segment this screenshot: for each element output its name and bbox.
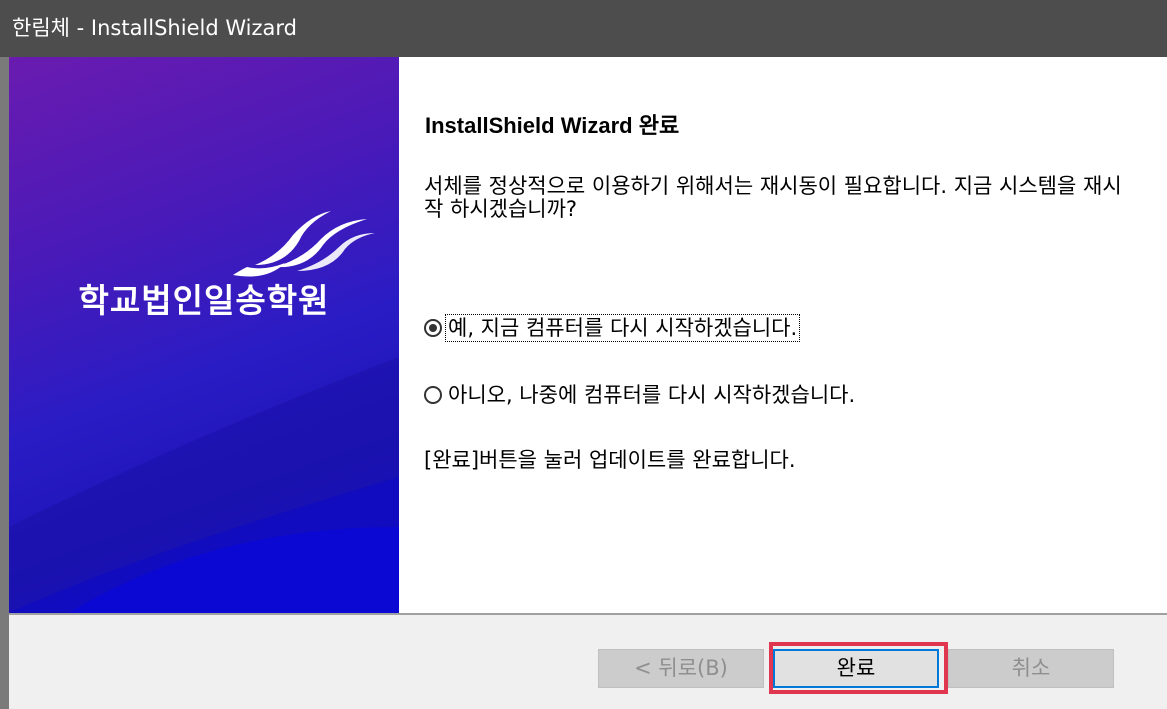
window-border (0, 57, 9, 709)
banner-background (9, 357, 399, 613)
wave-logo-icon (233, 211, 375, 277)
restart-now-label[interactable]: 예, 지금 컴퓨터를 다시 시작하겠습니다. (444, 314, 801, 342)
restart-later-option[interactable]: 아니오, 나중에 컴퓨터를 다시 시작하겠습니다. (424, 380, 857, 410)
radio-checked-icon[interactable] (424, 319, 442, 337)
finish-instruction: [완료]버튼을 눌러 업데이트를 완료합니다. (424, 448, 796, 472)
window-title: 한림체 - InstallShield Wizard (12, 16, 297, 40)
school-name: 학교법인일송학원 (78, 281, 330, 320)
restart-now-option[interactable]: 예, 지금 컴퓨터를 다시 시작하겠습니다. (424, 313, 801, 343)
content-panel: InstallShield Wizard 완료 서체를 정상적으로 이용하기 위… (399, 57, 1167, 613)
cancel-button[interactable]: 취소 (948, 649, 1114, 688)
restart-later-label[interactable]: 아니오, 나중에 컴퓨터를 다시 시작하겠습니다. (446, 382, 857, 408)
page-title: InstallShield Wizard 완료 (425, 113, 680, 138)
radio-unchecked-icon[interactable] (424, 386, 442, 404)
installer-window: 한림체 - InstallShield Wizard 학교법인일송학원 Inst… (0, 0, 1167, 709)
restart-description: 서체를 정상적으로 이용하기 위해서는 재시동이 필요합니다. 지금 시스템을 … (424, 174, 1122, 221)
side-banner: 학교법인일송학원 (9, 57, 399, 613)
finish-button[interactable]: 완료 (773, 649, 939, 688)
back-button[interactable]: < 뒤로(B) (598, 649, 764, 688)
title-bar[interactable]: 한림체 - InstallShield Wizard (0, 0, 1167, 57)
button-bar: < 뒤로(B) 완료 취소 (9, 615, 1167, 709)
